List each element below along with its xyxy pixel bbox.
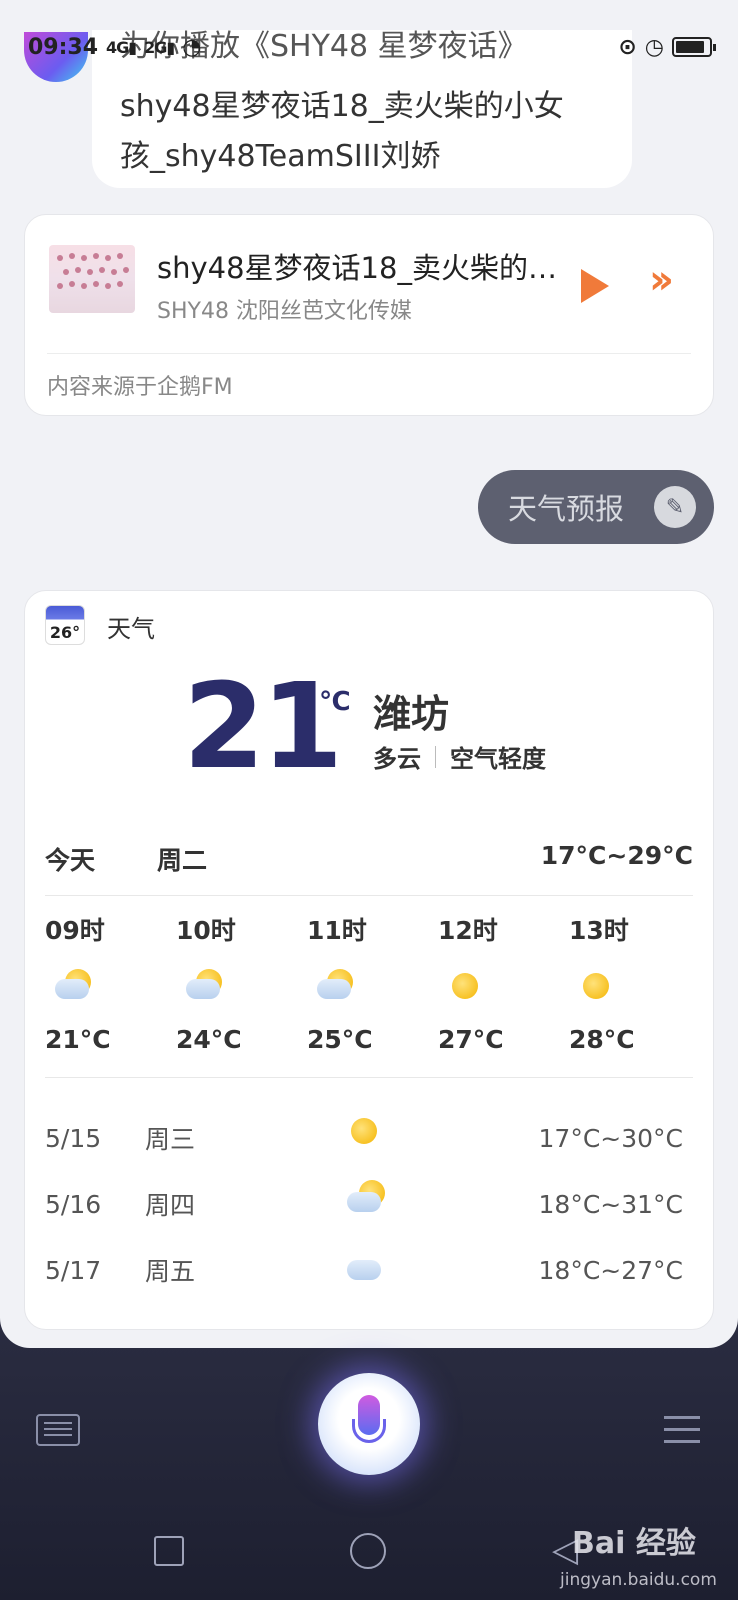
edit-icon[interactable]: ✎	[654, 486, 696, 528]
chat-area: 09:34 4G▮ 2G▮ ◔ ⊙ ◷ 为你播放《SHY48 星梦夜话》 shy…	[0, 0, 738, 1348]
hour-item: 11时 25°C	[307, 911, 438, 1054]
partly-cloudy-icon	[45, 969, 176, 1021]
today-label: 今天	[45, 846, 96, 875]
hour-time: 11时	[307, 916, 367, 945]
hourly-forecast: 09时 21°C 10时 24°C 11时 25°C 12时 27°C 13时	[45, 911, 700, 1054]
hour-temp: 21°C	[45, 1025, 111, 1054]
double-chevron-right-icon[interactable]: ››	[649, 257, 674, 303]
microphone-stand	[352, 1419, 386, 1443]
current-temperature: 21	[183, 657, 343, 795]
home-button[interactable]	[350, 1533, 386, 1569]
hour-temp: 25°C	[307, 1025, 373, 1054]
day-weekday: 周五	[145, 1257, 196, 1286]
daily-forecast: 5/15 周三 17°C~30°C 5/16 周四 18°C~31°C 5/17…	[45, 1105, 683, 1303]
day-item: 5/17 周五 18°C~27°C	[45, 1237, 683, 1303]
sunny-icon	[345, 1118, 385, 1158]
battery-icon	[672, 37, 716, 57]
hour-temp: 24°C	[176, 1025, 242, 1054]
partly-cloudy-icon	[176, 969, 307, 1021]
day-item: 5/16 周四 18°C~31°C	[45, 1171, 683, 1237]
hour-time: 10时	[176, 916, 236, 945]
divider	[435, 745, 436, 768]
hour-time: 09时	[45, 916, 105, 945]
sunny-icon	[569, 969, 700, 1021]
status-time: 09:34	[28, 34, 99, 60]
play-icon[interactable]	[581, 269, 609, 303]
alarm-icon: ◷	[644, 34, 664, 60]
day-range: 18°C~31°C	[538, 1189, 683, 1219]
music-card[interactable]: shy48星梦夜话18_卖火柴的小女孩_shy48TeamSIII刘娇 SHY4…	[24, 214, 714, 416]
microphone-button[interactable]	[318, 1373, 420, 1475]
hour-temp: 27°C	[438, 1025, 504, 1054]
day-range: 18°C~27°C	[538, 1255, 683, 1285]
track-title: shy48星梦夜话18_卖火柴的小女孩_shy48TeamSIII刘娇	[157, 251, 557, 285]
assistant-message-line: shy48星梦夜话18_卖火柴的小女	[120, 89, 564, 124]
today-range: 17°C~29°C	[540, 841, 693, 870]
weather-condition: 多云 空气轻度	[373, 739, 546, 774]
weather-app-name: 天气	[107, 615, 155, 643]
hour-item: 10时 24°C	[176, 911, 307, 1054]
signal-2g-icon: 2G▮	[144, 37, 175, 57]
user-query-text: 天气预报	[508, 492, 625, 526]
divider	[45, 1077, 693, 1078]
cloudy-icon	[345, 1250, 385, 1290]
day-weekday: 周四	[145, 1191, 196, 1220]
city-name: 潍坊	[373, 692, 450, 736]
menu-icon[interactable]	[664, 1416, 700, 1444]
day-date: 5/15	[45, 1123, 102, 1153]
divider	[45, 895, 693, 896]
wifi-icon: ◔	[182, 34, 202, 60]
weather-card[interactable]: 26° 天气 21 ℃ 潍坊 多云 空气轻度 今天 周二 17°C~29°C 0…	[24, 590, 714, 1330]
hour-item: 13时 28°C	[569, 911, 700, 1054]
assistant-message-line: 孩_shy48TeamSIII刘娇	[120, 139, 441, 174]
partly-cloudy-icon	[345, 1180, 385, 1224]
air-quality: 空气轻度	[450, 745, 546, 773]
temperature-unit: ℃	[319, 687, 351, 717]
hour-time: 13时	[569, 916, 629, 945]
partly-cloudy-icon	[307, 969, 438, 1021]
rotation-lock-icon: ⊙	[618, 34, 637, 60]
day-date: 5/16	[45, 1189, 102, 1219]
divider	[47, 353, 691, 354]
day-range: 17°C~30°C	[538, 1123, 683, 1153]
user-query-bubble[interactable]: 天气预报 ✎	[478, 470, 714, 544]
today-weekday: 周二	[157, 846, 208, 875]
recent-apps-button[interactable]	[154, 1536, 184, 1566]
day-date: 5/17	[45, 1255, 102, 1285]
today-row: 今天 周二 17°C~29°C	[45, 841, 693, 877]
watermark-url: jingyan.baidu.com	[560, 1570, 717, 1590]
track-subtitle: SHY48 沈阳丝芭文化传媒	[157, 299, 412, 324]
hour-item: 12时 27°C	[438, 911, 569, 1054]
weather-app-icon: 26°	[45, 605, 85, 645]
signal-4g-icon: 4G▮	[106, 37, 137, 57]
day-weekday: 周三	[145, 1125, 196, 1154]
hour-temp: 28°C	[569, 1025, 635, 1054]
condition-text: 多云	[373, 745, 421, 773]
watermark-brand: Bai 经验	[572, 1526, 696, 1561]
status-bar: 09:34 4G▮ 2G▮ ◔ ⊙ ◷	[0, 0, 738, 72]
hour-item: 09时 21°C	[45, 911, 176, 1054]
hour-time: 12时	[438, 916, 498, 945]
sunny-icon	[438, 969, 569, 1021]
album-art	[49, 245, 135, 313]
content-source: 内容来源于企鹅FM	[47, 375, 233, 400]
keyboard-icon[interactable]	[36, 1414, 80, 1446]
day-item: 5/15 周三 17°C~30°C	[45, 1105, 683, 1171]
